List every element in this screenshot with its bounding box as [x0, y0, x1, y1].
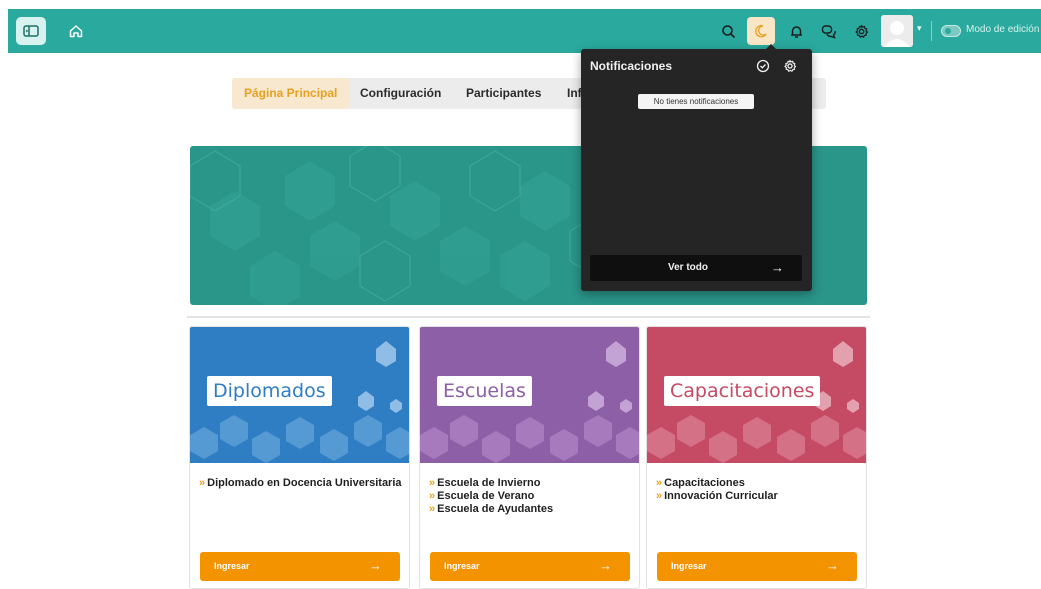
bullet-icon: »	[429, 477, 436, 489]
card-title: Diplomados	[207, 376, 332, 406]
messages-button[interactable]	[815, 17, 843, 45]
notifications-popover: Notificaciones No tienes notificaciones …	[581, 49, 812, 291]
arrow-right-icon: →	[826, 558, 839, 573]
link-label[interactable]: Escuela de Ayudantes	[437, 503, 553, 515]
bullet-icon: »	[199, 477, 206, 489]
gear-icon	[784, 59, 797, 72]
top-navbar: ▾ Modo de edición	[8, 9, 1041, 53]
home-button[interactable]	[62, 17, 90, 45]
button-label: Ingresar	[671, 561, 707, 571]
card-link-list: » Escuela de Invierno » Escuela de Verano …	[429, 477, 634, 516]
list-item[interactable]: » Escuela de Ayudantes	[429, 503, 634, 516]
link-label[interactable]: Capacitaciones	[664, 477, 745, 489]
sidebar-toggle-icon	[23, 25, 39, 37]
arrow-right-icon: →	[369, 558, 382, 573]
list-item[interactable]: » Diplomado en Docencia Universitaria	[199, 477, 404, 490]
notifications-button[interactable]	[782, 17, 810, 45]
edit-mode-toggle[interactable]	[941, 25, 961, 37]
arrow-right-icon: →	[599, 558, 612, 573]
toggle-knob	[945, 28, 951, 34]
card-title: Capacitaciones	[664, 376, 821, 406]
ingresar-button[interactable]: Ingresar →	[430, 552, 630, 581]
section-divider	[187, 316, 870, 318]
link-label[interactable]: Escuela de Invierno	[437, 477, 540, 489]
list-item[interactable]: » Escuela de Invierno	[429, 477, 634, 490]
button-label: Ingresar	[214, 561, 250, 571]
list-item[interactable]: » Escuela de Verano	[429, 490, 634, 503]
settings-button[interactable]	[847, 17, 875, 45]
chevron-down-icon[interactable]: ▾	[917, 23, 922, 34]
notification-settings-button[interactable]	[782, 58, 798, 74]
ingresar-button[interactable]: Ingresar →	[657, 552, 857, 581]
list-item[interactable]: » Capacitaciones	[656, 477, 861, 490]
course-page: ▾ Modo de edición Página Principal Confi…	[0, 0, 1041, 589]
bullet-icon: »	[656, 477, 663, 489]
search-button[interactable]	[714, 17, 742, 45]
card-capacitaciones: Capacitaciones » Capacitaciones » Innovaci…	[646, 326, 867, 589]
bullet-icon: »	[429, 490, 436, 502]
check-circle-icon	[756, 59, 770, 73]
link-label[interactable]: Innovación Curricular	[664, 490, 778, 502]
list-item[interactable]: » Innovación Curricular	[656, 490, 861, 503]
tab-configuracion[interactable]: Configuración	[360, 78, 441, 109]
user-silhouette-icon	[881, 15, 913, 47]
tab-pagina-principal[interactable]: Página Principal	[232, 78, 350, 109]
card-link-list: » Diplomado en Docencia Universitaria	[199, 477, 404, 490]
arrow-right-icon: →	[771, 260, 784, 275]
chat-icon	[821, 24, 836, 39]
bullet-icon: »	[429, 503, 436, 515]
moon-icon	[755, 25, 767, 38]
button-label: Ingresar	[444, 561, 480, 571]
search-icon	[721, 24, 735, 38]
popover-title: Notificaciones	[590, 59, 673, 73]
toolbar-divider	[931, 21, 932, 41]
tab-participantes[interactable]: Participantes	[466, 78, 541, 109]
sidebar-toggle-button[interactable]	[16, 17, 46, 45]
dark-mode-button[interactable]	[747, 17, 775, 45]
ingresar-button[interactable]: Ingresar →	[200, 552, 400, 581]
card-link-list: » Capacitaciones » Innovación Curricular	[656, 477, 861, 503]
mark-all-read-button[interactable]	[755, 58, 771, 74]
card-diplomados: Diplomados » Diplomado en Docencia Univer…	[189, 326, 410, 589]
empty-notifications-message: No tienes notificaciones	[638, 94, 754, 109]
card-escuelas: Escuelas » Escuela de Invierno » Escuela d…	[419, 326, 640, 589]
bell-icon	[790, 25, 802, 38]
bullet-icon: »	[656, 490, 663, 502]
button-label: Ver todo	[668, 262, 709, 273]
see-all-button[interactable]: Ver todo →	[590, 255, 802, 281]
user-avatar[interactable]	[881, 15, 913, 47]
edit-mode-label: Modo de edición	[966, 24, 1040, 35]
card-title: Escuelas	[437, 376, 532, 406]
home-icon	[69, 25, 83, 38]
link-label[interactable]: Escuela de Verano	[437, 490, 534, 502]
gear-icon	[854, 24, 868, 38]
link-label[interactable]: Diplomado en Docencia Universitaria	[207, 477, 401, 489]
tab-informes[interactable]: Inf	[567, 78, 582, 109]
